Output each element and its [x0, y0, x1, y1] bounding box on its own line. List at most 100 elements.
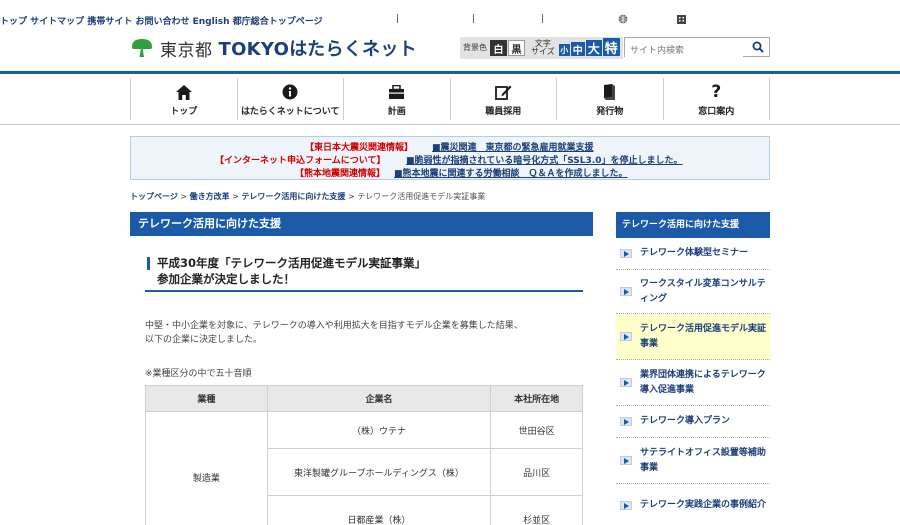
text-size-label: 文字 サイズ	[531, 40, 555, 56]
notice-link[interactable]: ■震災関連 東京都の緊急雇用就業支援	[432, 140, 594, 153]
text-size-label-line2: サイズ	[531, 47, 555, 56]
util-link-top[interactable]: トップ	[0, 17, 27, 27]
breadcrumb-separator: >	[177, 192, 190, 201]
sidebar-item-satellite-office[interactable]: サテライトオフィス設置等補助事業	[616, 438, 770, 484]
notice-tag: 【熊本地震関連情報】	[295, 169, 386, 179]
intro-text-line2: 以下の企業に決定しました。	[145, 335, 263, 345]
breadcrumb-current: テレワーク活用促進モデル実証事業	[357, 192, 486, 201]
sidebar-item-label: ワークスタイル変革コンサルティング	[640, 278, 766, 304]
nav-item-label: 職員採用	[485, 107, 522, 117]
edit-icon	[494, 83, 512, 101]
arrow-right-icon	[620, 332, 632, 341]
size-small-button[interactable]: 小	[558, 44, 570, 56]
bg-black-button[interactable]: 黒	[508, 40, 525, 56]
question-icon: ?	[711, 82, 722, 102]
plan-icon	[388, 83, 405, 101]
search-icon[interactable]	[752, 41, 764, 53]
breadcrumb-link[interactable]: テレワーク活用に向けた支援	[241, 192, 345, 201]
sidebar-item-case-studies[interactable]: テレワーク実践企業の事例紹介	[616, 484, 770, 525]
nav-item-label: 窓口案内	[698, 107, 735, 117]
home-icon	[175, 83, 192, 101]
nav-item-counter[interactable]: ? 窓口案内	[662, 78, 770, 120]
intro-text-line1: 中堅・中小企業を対象に、テレワークの導入や利用拡大を目指すモデル企業を募集した結…	[145, 321, 523, 331]
sidebar: テレワーク活用に向けた支援 テレワーク体験型セミナー ワークスタイル変革コンサル…	[616, 212, 770, 525]
breadcrumb-separator: >	[229, 192, 242, 201]
arrow-right-icon	[620, 417, 632, 426]
size-large-button[interactable]: 大	[585, 40, 602, 56]
notice-link[interactable]: ■熊本地震に関連する労働相談 Ｑ＆Ａを作成しました。	[394, 166, 628, 179]
global-nav: トップ はたらくネットについて 計画 職員採用 発行物 ? 窓口案内	[130, 78, 770, 120]
search-input[interactable]	[625, 42, 743, 60]
arrow-right-icon	[620, 378, 632, 387]
section-heading: 平成30年度「テレワーク活用促進モデル実証事業」 参加企業が決定しました！	[145, 254, 583, 292]
sidebar-item-label: テレワーク実践企業の事例紹介	[640, 500, 767, 510]
heading-accent-bar	[147, 257, 150, 270]
section-heading-line1: 平成30年度「テレワーク活用促進モデル実証事業」	[157, 256, 427, 270]
util-link-metro-top[interactable]: 都庁総合トップページ	[233, 17, 323, 27]
nav-item-label: 計画	[387, 107, 406, 117]
company-cell: （株）ウテナ	[266, 411, 492, 449]
sidebar-item-label: 業界団体連携によるテレワーク導入促進事業	[640, 369, 766, 395]
nav-item-recruit[interactable]: 職員採用	[449, 78, 557, 120]
sidebar-item-label: テレワーク導入プラン	[640, 416, 731, 426]
separator: |	[396, 14, 400, 24]
site-search	[624, 37, 770, 60]
sidebar-item-consulting[interactable]: ワークスタイル変革コンサルティング	[616, 270, 770, 314]
display-controls: 背景色 白 黒 文字 サイズ 小 中 大 特	[460, 37, 623, 59]
size-xlarge-button[interactable]: 特	[602, 38, 620, 57]
industry-cell: 製造業	[145, 411, 268, 525]
info-icon	[282, 83, 298, 101]
globe-icon	[618, 14, 628, 27]
util-link-english[interactable]: English	[193, 17, 230, 27]
column-header-company: 企業名	[266, 385, 492, 412]
separator: |	[541, 14, 545, 24]
tokyo-ginkgo-logo-icon	[132, 39, 152, 57]
sidebar-item-seminar[interactable]: テレワーク体験型セミナー	[616, 238, 770, 270]
logo-text-jp: 東京都	[160, 40, 213, 61]
site-logo[interactable]: 東京都 TOKYOはたらくネット	[130, 36, 417, 61]
arrow-right-icon	[620, 249, 632, 258]
company-cell: 東洋製罐グループホールディングス（株）	[266, 448, 492, 496]
nav-item-label: はたらくネットについて	[240, 107, 340, 117]
companies-table: 業種 企業名 本社所在地 製造業 （株）ウテナ 世田谷区 東洋製罐グループホール…	[145, 385, 583, 525]
arrow-right-icon	[620, 501, 632, 510]
breadcrumb-separator: >	[345, 192, 358, 201]
sidebar-item-model-project[interactable]: テレワーク活用促進モデル実証事業	[616, 314, 770, 360]
sidebar-item-label: サテライトオフィス設置等補助事業	[640, 447, 766, 473]
nav-item-about[interactable]: はたらくネットについて	[236, 78, 344, 120]
location-cell: 世田谷区	[490, 411, 583, 449]
util-link-sitemap[interactable]: サイトマップ	[30, 17, 84, 27]
arrow-right-icon	[620, 456, 632, 465]
size-medium-button[interactable]: 中	[570, 42, 585, 57]
nav-item-publications[interactable]: 発行物	[556, 78, 663, 120]
column-header-location: 本社所在地	[490, 385, 583, 412]
sidebar-item-industry-collab[interactable]: 業界団体連携によるテレワーク導入促進事業	[616, 360, 770, 406]
separator: |	[472, 14, 476, 24]
breadcrumb: トップページ > 働き方改革 > テレワーク活用に向けた支援 > テレワーク活用…	[130, 191, 485, 202]
company-cell: 日都産業（株）	[266, 495, 492, 525]
bg-white-button[interactable]: 白	[490, 40, 507, 56]
nav-item-label: 発行物	[596, 107, 624, 117]
page-title: テレワーク活用に向けた支援	[130, 212, 593, 236]
location-cell: 品川区	[490, 448, 583, 496]
sidebar-item-label: テレワーク活用促進モデル実証事業	[640, 323, 767, 349]
breadcrumb-link[interactable]: トップページ	[130, 192, 178, 201]
section-heading-line2: 参加企業が決定しました！	[157, 272, 295, 286]
sidebar-item-plan[interactable]: テレワーク導入プラン	[616, 406, 770, 438]
building-icon	[677, 14, 686, 27]
sort-note: ※業種区分の中で五十音順	[145, 369, 252, 379]
notice-tag: 【インターネット申込フォームについて】	[215, 156, 386, 166]
notice-box: 【東日本大震災関連情報】 ■震災関連 東京都の緊急雇用就業支援 【インターネット…	[130, 136, 770, 180]
table-row: 製造業 （株）ウテナ 世田谷区	[145, 411, 583, 525]
header-divider	[0, 71, 900, 74]
breadcrumb-link[interactable]: 働き方改革	[190, 192, 230, 201]
utility-links: トップ | サイトマップ | 携帯サイト | お問い合わせ English 都庁…	[0, 14, 900, 28]
book-icon	[603, 83, 616, 101]
notice-tag: 【東日本大震災関連情報】	[305, 143, 414, 153]
notice-link[interactable]: ■脆弱性が指摘されている暗号化方式「SSL3.0」を停止しました。	[406, 153, 682, 166]
util-link-contact[interactable]: お問い合わせ	[135, 17, 189, 27]
util-link-mobile[interactable]: 携帯サイト	[87, 17, 132, 27]
nav-item-plan[interactable]: 計画	[343, 78, 450, 120]
nav-item-top[interactable]: トップ	[130, 78, 237, 120]
table-header-row: 業種 企業名 本社所在地	[145, 385, 583, 412]
